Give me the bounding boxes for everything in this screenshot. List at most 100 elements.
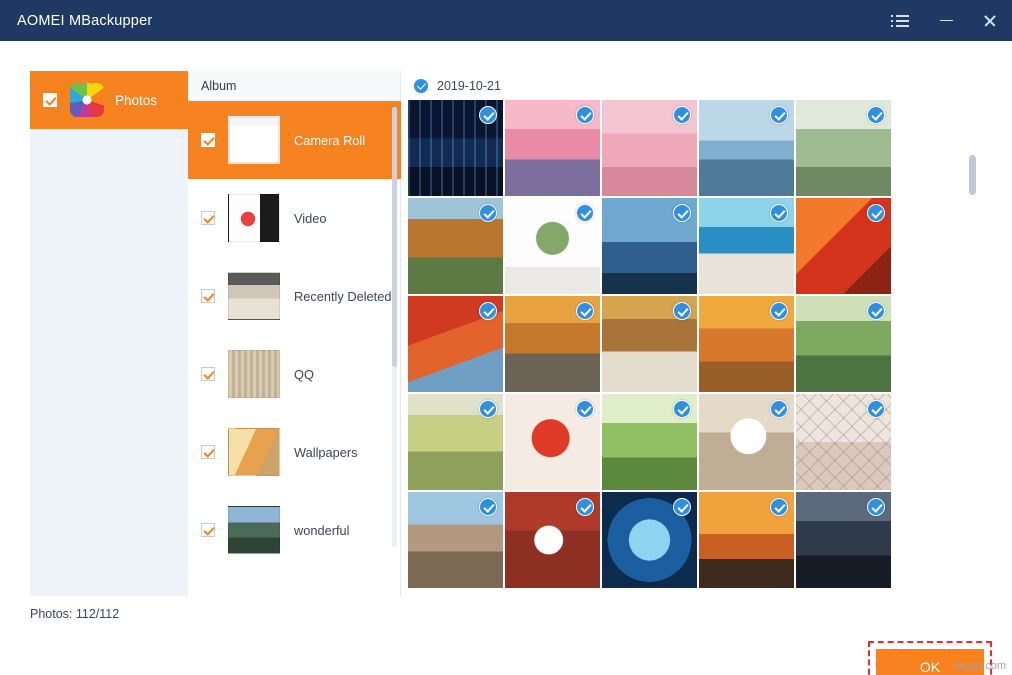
album-label: wonderful [294, 523, 350, 538]
photo-cell[interactable] [505, 296, 600, 392]
photo-grid-scrollbar[interactable] [969, 129, 976, 579]
category-photos-checkbox[interactable] [43, 93, 57, 107]
photo-selected-badge[interactable] [576, 106, 594, 124]
photo-selected-badge[interactable] [479, 400, 497, 418]
photo-cell[interactable] [796, 492, 891, 588]
photo-cell[interactable] [505, 100, 600, 196]
photo-selected-badge[interactable] [867, 400, 885, 418]
photo-cell[interactable] [408, 394, 503, 490]
album-item-camera-roll[interactable]: Camera Roll [188, 101, 401, 179]
photo-cell[interactable] [699, 296, 794, 392]
photo-selected-badge[interactable] [673, 106, 691, 124]
photo-cell[interactable] [796, 100, 891, 196]
photo-selected-badge[interactable] [673, 204, 691, 222]
album-wallpapers-checkbox[interactable] [201, 445, 215, 459]
album-thumbnail [228, 428, 280, 476]
category-item-photos[interactable]: Photos [30, 71, 188, 129]
photo-selected-badge[interactable] [479, 498, 497, 516]
photo-selected-badge[interactable] [867, 106, 885, 124]
photos-app-icon [70, 83, 104, 117]
window-body: Photos Album Camera Roll Video [0, 41, 1012, 675]
album-label: Video [294, 211, 327, 226]
close-button[interactable] [968, 0, 1012, 41]
photo-grid [408, 100, 908, 588]
album-item-wonderful[interactable]: wonderful [188, 491, 401, 569]
photo-cell[interactable] [408, 492, 503, 588]
photo-selected-badge[interactable] [867, 498, 885, 516]
app-title: AOMEI MBackupper [17, 13, 152, 29]
album-video-checkbox[interactable] [201, 211, 215, 225]
album-recently-deleted-checkbox[interactable] [201, 289, 215, 303]
watermark: ws.sn.com [954, 660, 1006, 672]
album-label: QQ [294, 367, 314, 382]
photo-cell[interactable] [408, 198, 503, 294]
album-item-qq[interactable]: QQ [188, 335, 401, 413]
album-list: Camera Roll Video Recently Deleted [188, 101, 401, 596]
photo-cell[interactable] [505, 492, 600, 588]
photo-selected-badge[interactable] [576, 204, 594, 222]
group-select-checkbox[interactable] [414, 79, 428, 93]
photo-selected-badge[interactable] [770, 106, 788, 124]
photo-cell[interactable] [602, 100, 697, 196]
minimize-button[interactable] [924, 0, 968, 41]
album-column: Album Camera Roll Video [188, 71, 401, 596]
photo-group-header[interactable]: 2019-10-21 [401, 71, 982, 100]
photo-cell[interactable] [602, 394, 697, 490]
photo-cell[interactable] [699, 198, 794, 294]
minimize-icon [940, 20, 953, 21]
photo-selected-badge[interactable] [770, 302, 788, 320]
photo-selected-badge[interactable] [479, 302, 497, 320]
photo-cell[interactable] [699, 100, 794, 196]
photo-selected-badge[interactable] [479, 204, 497, 222]
album-label: Recently Deleted [294, 289, 391, 304]
app-window: AOMEI MBackupper Photos Album [0, 0, 1012, 675]
photo-group-date: 2019-10-21 [437, 79, 501, 93]
photo-cell[interactable] [505, 198, 600, 294]
album-camera-roll-checkbox[interactable] [201, 133, 215, 147]
photo-grid-column: 2019-10-21 [401, 71, 982, 596]
album-item-video[interactable]: Video [188, 179, 401, 257]
photo-selected-badge[interactable] [576, 498, 594, 516]
album-item-recently-deleted[interactable]: Recently Deleted [188, 257, 401, 335]
list-view-button[interactable] [880, 0, 924, 41]
album-thumbnail [228, 116, 280, 164]
album-label: Camera Roll [294, 133, 365, 148]
photo-cell[interactable] [796, 394, 891, 490]
photo-cell[interactable] [602, 296, 697, 392]
album-scroll-thumb[interactable] [392, 107, 397, 367]
album-scrollbar[interactable] [392, 107, 397, 547]
album-item-wallpapers[interactable]: Wallpapers [188, 413, 401, 491]
photo-selected-badge[interactable] [576, 302, 594, 320]
album-wonderful-checkbox[interactable] [201, 523, 215, 537]
photo-selected-badge[interactable] [770, 204, 788, 222]
album-label: Wallpapers [294, 445, 358, 460]
album-header: Album [188, 71, 400, 101]
photo-cell[interactable] [602, 492, 697, 588]
photo-selected-badge[interactable] [867, 302, 885, 320]
album-thumbnail [228, 506, 280, 554]
photo-cell[interactable] [796, 296, 891, 392]
photo-cell[interactable] [408, 100, 503, 196]
photo-selected-badge[interactable] [576, 400, 594, 418]
photo-selected-badge[interactable] [770, 400, 788, 418]
photo-cell[interactable] [796, 198, 891, 294]
photo-grid-scroll-thumb[interactable] [969, 155, 976, 195]
photo-selected-badge[interactable] [673, 498, 691, 516]
photo-cell[interactable] [602, 198, 697, 294]
photo-cell[interactable] [699, 492, 794, 588]
photo-selected-badge[interactable] [673, 400, 691, 418]
photo-selected-badge[interactable] [867, 204, 885, 222]
photo-cell[interactable] [505, 394, 600, 490]
album-item-partial[interactable] [188, 569, 401, 596]
photo-count-label: Photos: 112/112 [30, 607, 119, 621]
album-thumbnail [228, 194, 280, 242]
photo-cell[interactable] [408, 296, 503, 392]
photo-selected-badge[interactable] [770, 498, 788, 516]
photo-cell[interactable] [699, 394, 794, 490]
album-qq-checkbox[interactable] [201, 367, 215, 381]
content-panel: Photos Album Camera Roll Video [30, 71, 982, 596]
photo-selected-badge[interactable] [479, 106, 497, 124]
category-column: Photos [30, 71, 188, 596]
photo-selected-badge[interactable] [673, 302, 691, 320]
list-icon [896, 15, 909, 27]
